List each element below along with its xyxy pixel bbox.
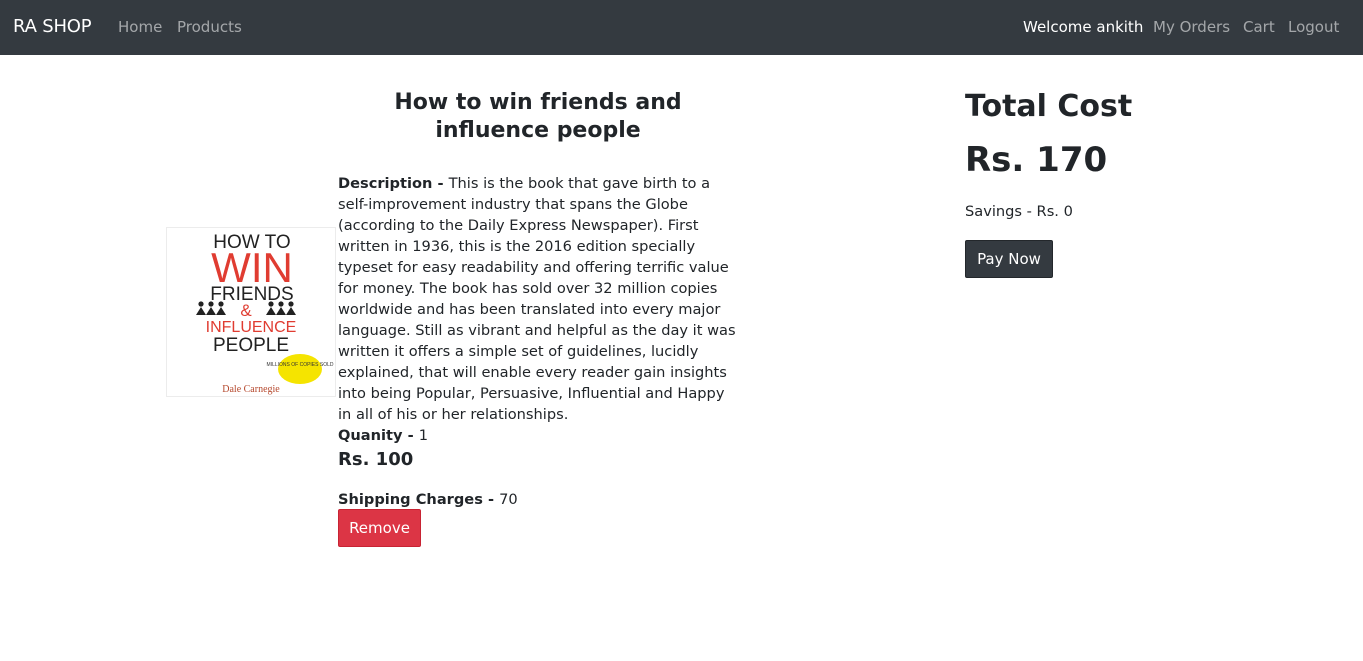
nav-my-orders-link[interactable]: My Orders (1153, 18, 1230, 36)
cover-badge-circle (278, 354, 322, 384)
quantity-value: 1 (418, 427, 429, 444)
total-cost-amount: Rs. 170 (965, 140, 1108, 180)
pay-now-button[interactable]: Pay Now (965, 240, 1053, 278)
cover-author: Dale Carnegie (222, 384, 280, 395)
cover-line-influence: INFLUENCE (206, 319, 297, 336)
shipping-row: Shipping Charges - 70 (338, 489, 518, 510)
cover-badge-text: MILLIONS OF COPIES SOLD (267, 362, 334, 368)
top-navbar: RA SHOP Home Products Welcome ankith My … (0, 0, 1363, 55)
cover-line-people: PEOPLE (213, 335, 289, 356)
item-price: Rs. 100 (338, 449, 414, 470)
nav-logout-link[interactable]: Logout (1288, 18, 1339, 36)
book-cover-art: HOW TO WIN FRIENDS & INFLUENCE PEOPLE MI… (167, 228, 335, 396)
savings-text: Savings - Rs. 0 (965, 203, 1073, 220)
shipping-value: 70 (499, 491, 518, 508)
product-title: How to win friends and influence people (394, 90, 682, 143)
total-cost-heading: Total Cost (965, 89, 1133, 124)
book-cover-image: HOW TO WIN FRIENDS & INFLUENCE PEOPLE MI… (166, 227, 336, 397)
quantity-label: Quanity - (338, 427, 419, 444)
description-label: Description - (338, 175, 449, 192)
quantity-row: Quanity - 1 (338, 425, 428, 446)
cover-ampersand: & (240, 301, 252, 320)
welcome-user-text: Welcome ankith (1023, 18, 1144, 36)
brand-logo[interactable]: RA SHOP (13, 16, 92, 37)
description-text: This is the book that gave birth to a se… (338, 175, 736, 423)
nav-products-link[interactable]: Products (177, 18, 242, 36)
remove-button[interactable]: Remove (338, 509, 421, 547)
nav-home-link[interactable]: Home (118, 18, 162, 36)
shipping-label: Shipping Charges - (338, 491, 500, 508)
product-description: Description - This is the book that gave… (338, 173, 738, 425)
nav-cart-link[interactable]: Cart (1243, 18, 1275, 36)
